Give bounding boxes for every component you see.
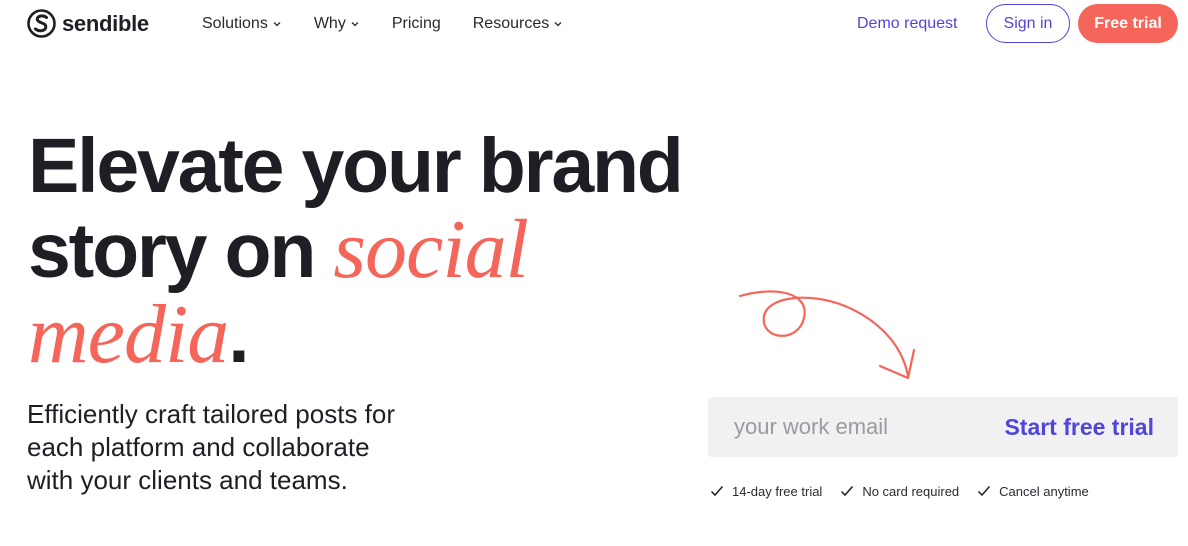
checkmark-icon bbox=[978, 486, 991, 497]
headline-period: . bbox=[228, 293, 249, 379]
sign-in-button[interactable]: Sign in bbox=[986, 4, 1070, 43]
perk-item: Cancel anytime bbox=[977, 484, 1089, 499]
chevron-down-icon bbox=[351, 22, 359, 27]
perk-label: 14-day free trial bbox=[732, 483, 823, 499]
main-nav: Solutions Why Pricing Resources bbox=[202, 12, 595, 36]
nav-solutions-label: Solutions bbox=[202, 15, 268, 32]
headline-line-2: story on social bbox=[28, 208, 728, 294]
nav-pricing[interactable]: Pricing bbox=[392, 15, 441, 33]
logo[interactable]: sendible bbox=[27, 9, 149, 38]
headline-line-3: media. bbox=[28, 293, 728, 379]
headline-accent-media: media bbox=[28, 288, 229, 381]
checkmark-icon bbox=[710, 486, 724, 497]
checkmark-icon bbox=[841, 486, 854, 497]
headline-accent-social: social bbox=[333, 203, 529, 296]
sendible-logo-icon bbox=[27, 9, 56, 38]
nav-resources-label: Resources bbox=[472, 15, 550, 32]
logo-text: sendible bbox=[62, 11, 149, 36]
headline-line-1: Elevate your brand bbox=[28, 123, 684, 209]
curly-arrow-icon bbox=[738, 290, 916, 380]
nav-solutions[interactable]: Solutions bbox=[202, 15, 282, 33]
perk-item: No card required bbox=[840, 484, 959, 499]
nav-pricing-label: Pricing bbox=[391, 15, 441, 32]
demo-request-link[interactable]: Demo request bbox=[857, 12, 958, 36]
nav-why-label: Why bbox=[313, 15, 346, 32]
perk-label: Cancel anytime bbox=[999, 483, 1089, 499]
free-trial-button[interactable]: Free trial bbox=[1078, 4, 1178, 43]
start-free-trial-button[interactable]: Start free trial bbox=[1004, 397, 1154, 457]
work-email-input[interactable] bbox=[708, 397, 978, 457]
hero-subtext: Efficiently craft tailored posts for eac… bbox=[27, 399, 396, 495]
chevron-down-icon bbox=[273, 22, 281, 27]
signup-form: Start free trial bbox=[708, 397, 1178, 457]
perk-item: 14-day free trial bbox=[710, 484, 822, 499]
headline-line-2-text: story on bbox=[28, 208, 334, 294]
nav-resources[interactable]: Resources bbox=[473, 15, 563, 33]
trial-perks: 14-day free trial No card required Cance… bbox=[710, 482, 1107, 500]
hero-headline: Elevate your brand story on social media… bbox=[28, 124, 728, 378]
chevron-down-icon bbox=[554, 22, 562, 27]
perk-label: No card required bbox=[862, 483, 960, 499]
nav-why[interactable]: Why bbox=[314, 15, 360, 33]
